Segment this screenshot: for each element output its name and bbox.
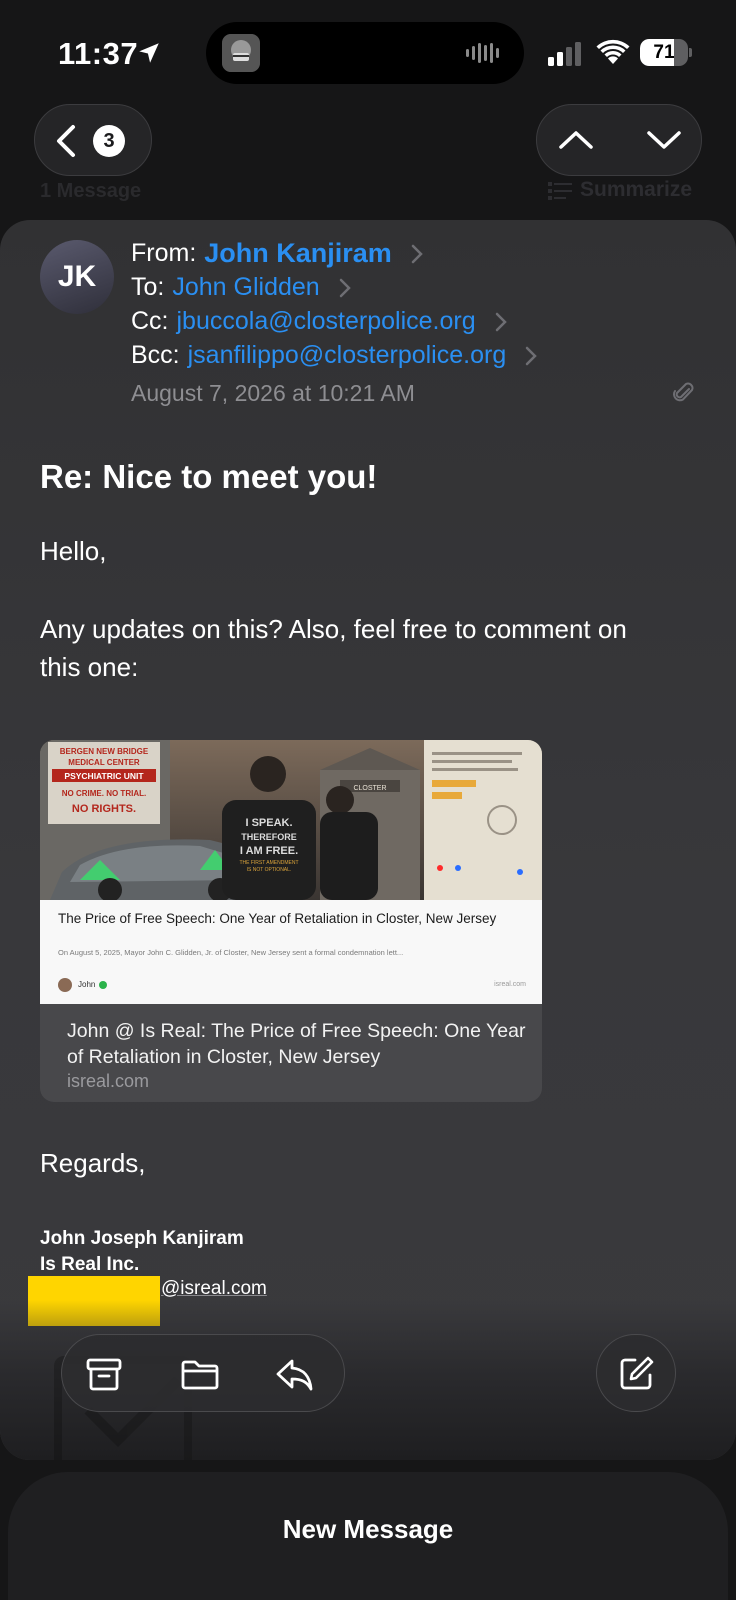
from-sender[interactable]: John Kanjiram [204,238,392,269]
bcc-label: Bcc: [131,341,180,369]
link-preview-domain: isreal.com [67,1071,150,1091]
verified-icon [99,981,107,989]
archive-icon[interactable] [84,1355,124,1393]
shirt-line-1: I SPEAK. [245,817,292,829]
summarize-button[interactable]: Summarize [580,178,692,202]
bcc-row[interactable]: Bcc: jsanfilippo@closterpolice.org [131,341,538,370]
shirt-line-4: THE FIRST AMENDMENT [239,860,298,866]
article-author: John [78,980,96,989]
link-preview-title: John @ Is Real: The Price of Free Speech… [67,1020,526,1068]
article-image: BERGEN NEW BRIDGE MEDICAL CENTER PSYCHIA… [40,740,542,900]
shirt-line-2: THEREFORE [241,832,297,842]
sign-line-1: BERGEN NEW BRIDGE [60,747,149,756]
summarize-icon [548,182,572,200]
status-time: 11:37 [58,36,139,71]
compose-icon [620,1356,654,1390]
to-label: To: [131,273,165,301]
building-label: CLOSTER [353,785,386,792]
email-body-line-2: this one: [40,652,139,682]
cc-recipient[interactable]: jbuccola@closterpolice.org [177,307,476,336]
email-body-line-1: Any updates on this? Also, feel free to … [40,614,627,644]
from-row[interactable]: From: John Kanjiram [131,238,424,269]
email-subject: Re: Nice to meet you! [40,458,378,495]
message-navigation [536,104,702,176]
status-bar: 11:37 71 [0,0,736,110]
back-button[interactable]: 3 [34,104,152,176]
to-row[interactable]: To: John Glidden [131,273,352,302]
shirt-line-5: IS NOT OPTIONAL. [247,867,292,873]
compose-button[interactable] [596,1334,676,1412]
dynamic-island [206,22,524,84]
chevron-up-icon[interactable] [555,119,597,161]
to-recipient[interactable]: John Glidden [172,273,319,302]
sign-line-4: NO CRIME. NO TRIAL. [62,789,146,798]
mail-screen: 11:37 71 3 1 Message Summarize JK From: … [0,0,736,1600]
location-arrow-icon [139,43,159,63]
avatar[interactable]: JK [40,240,114,314]
sign-line-5: NO RIGHTS. [72,803,136,815]
chevron-right-icon [339,278,351,297]
email-card: JK From: John Kanjiram To: John Glidden … [0,220,736,1460]
sign-line-3: PSYCHIATRIC UNIT [64,771,144,781]
folder-icon[interactable] [180,1355,220,1393]
signal-icon [548,42,581,66]
battery-tip [689,48,692,57]
battery-icon: 71 [640,39,692,66]
paperclip-icon [673,382,694,402]
article-domain: isreal.com [494,981,526,988]
email-greeting: Hello, [40,536,107,566]
wifi-icon [596,39,630,64]
audio-wave-icon [466,43,499,63]
article-summary: The Price of Free Speech: One Year of Re… [40,900,542,1004]
new-message-title[interactable]: New Message [0,1514,736,1545]
article-title: The Price of Free Speech: One Year of Re… [58,911,497,926]
cc-row[interactable]: Cc: jbuccola@closterpolice.org [131,307,508,336]
signature-email-link[interactable]: @isreal.com [161,1278,267,1300]
link-preview-card[interactable]: BERGEN NEW BRIDGE MEDICAL CENTER PSYCHIA… [40,740,542,1102]
now-playing-thumbnail [222,34,260,72]
battery-percent: 71 [653,42,675,63]
sign-line-2: MEDICAL CENTER [68,758,140,767]
article-author-avatar [58,978,72,992]
signature-name: John Joseph Kanjiram [40,1228,244,1249]
signature-company: Is Real Inc. [40,1254,140,1275]
chevron-right-icon [525,346,537,365]
chevron-right-icon [495,312,507,331]
shirt-line-3: I AM FREE. [240,845,298,857]
message-actions [61,1334,345,1412]
chevron-down-icon[interactable] [643,119,685,161]
unread-count-badge: 3 [93,125,125,157]
email-closing: Regards, [40,1148,146,1178]
bcc-recipient[interactable]: jsanfilippo@closterpolice.org [188,341,507,370]
message-count-label: 1 Message [40,180,142,202]
cc-label: Cc: [131,307,169,335]
reply-icon[interactable] [274,1355,314,1393]
chevron-right-icon [411,244,423,263]
email-date: August 7, 2026 at 10:21 AM [131,380,415,406]
chevron-left-icon [57,125,75,157]
article-description: On August 5, 2025, Mayor John C. Glidden… [58,948,404,957]
from-label: From: [131,239,197,267]
